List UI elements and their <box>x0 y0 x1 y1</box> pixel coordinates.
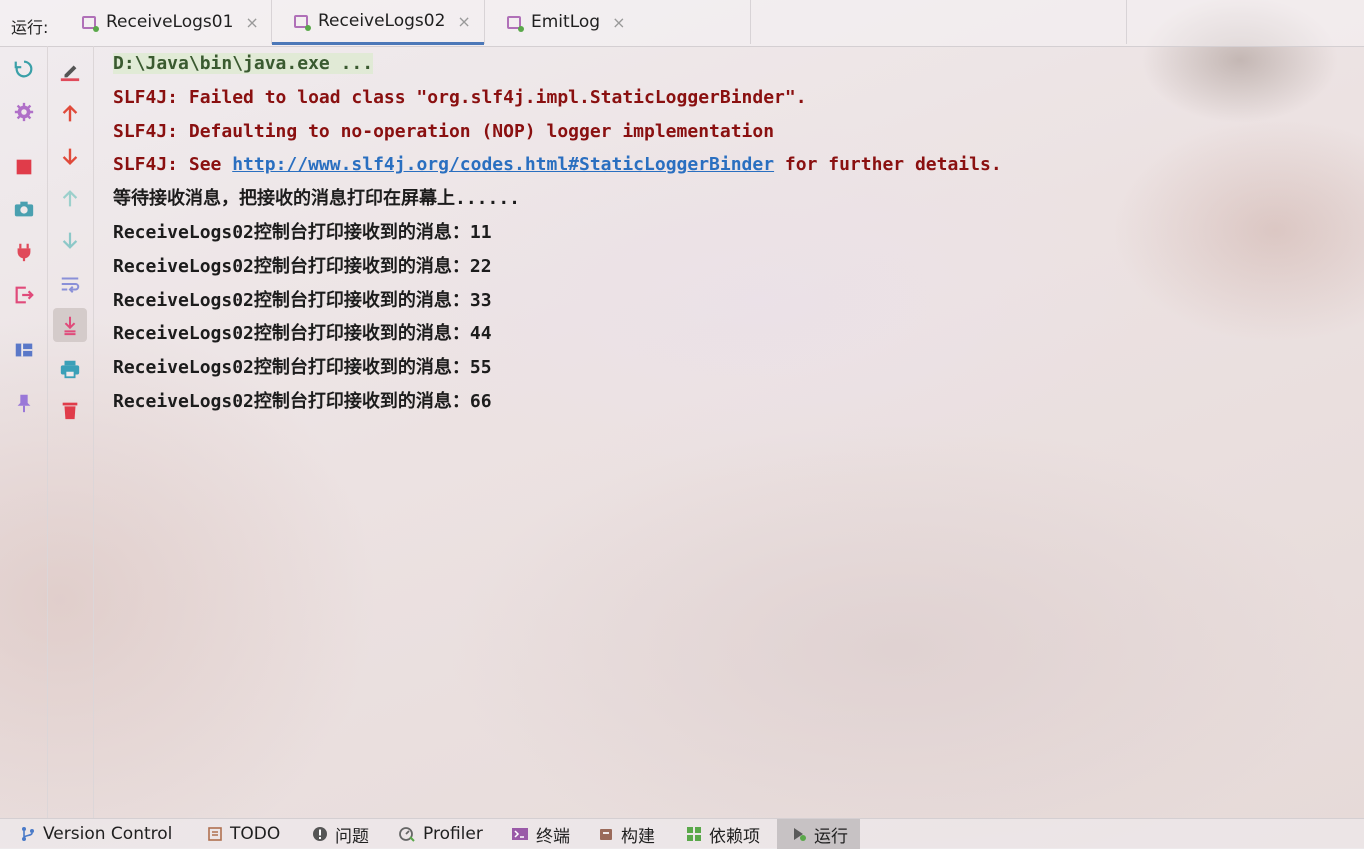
console-line-output: ReceiveLogs02控制台打印接收到的消息：44 <box>113 323 492 345</box>
run-tool-strip <box>0 46 48 818</box>
version-control-icon <box>20 826 36 842</box>
build-icon <box>598 826 614 842</box>
print-icon[interactable] <box>58 357 82 381</box>
up-arrow-icon[interactable] <box>58 102 82 126</box>
todo-icon <box>207 826 223 842</box>
console-output[interactable]: D:\Java\bin\java.exe ... SLF4J: Failed t… <box>113 52 1002 424</box>
console-line-output: ReceiveLogs02控制台打印接收到的消息：11 <box>113 221 492 243</box>
bottom-tab-terminal[interactable]: 终端 <box>511 819 570 849</box>
trash-icon[interactable] <box>58 398 82 422</box>
tab-label: ReceiveLogs02 <box>318 11 446 31</box>
pin-icon[interactable] <box>12 391 36 415</box>
dependencies-icon <box>686 826 702 842</box>
console-line-output: ReceiveLogs02控制台打印接收到的消息：33 <box>113 289 492 311</box>
bottom-tab-label: 运行 <box>814 826 848 847</box>
tab-emitlog[interactable]: EmitLog × <box>507 0 625 44</box>
console-line-output: ReceiveLogs02控制台打印接收到的消息：22 <box>113 255 492 277</box>
run-panel-label: 运行: <box>11 18 49 37</box>
bottom-tab-todo[interactable]: TODO <box>207 819 280 849</box>
tool-window-bar: Version Control TODO 问题 Profiler 终端 构建 依… <box>0 818 1364 849</box>
console-line-command: D:\Java\bin\java.exe ... <box>113 53 374 74</box>
tab-receivelogs01[interactable]: ReceiveLogs01 × <box>82 0 259 44</box>
tab-divider <box>1126 0 1127 44</box>
console-line-output: ReceiveLogs02控制台打印接收到的消息：55 <box>113 357 492 379</box>
rerun-icon[interactable] <box>12 57 36 81</box>
console-line-error: SLF4J: See http://www.slf4j.org/codes.ht… <box>113 154 1002 176</box>
next-occurrence-icon[interactable] <box>58 228 82 252</box>
run-tab-bar: 运行: ReceiveLogs01 × ReceiveLogs02 × Emit… <box>0 0 1364 47</box>
tab-label: EmitLog <box>531 12 601 32</box>
prev-occurrence-icon[interactable] <box>58 187 82 211</box>
bottom-tab-label: 终端 <box>536 826 570 847</box>
bottom-tab-version-control[interactable]: Version Control <box>20 819 172 849</box>
plug-icon[interactable] <box>12 240 36 264</box>
profiler-icon <box>398 826 416 842</box>
scroll-to-end-icon[interactable] <box>53 308 87 342</box>
tab-divider <box>750 0 751 44</box>
down-arrow-icon[interactable] <box>58 144 82 168</box>
problems-icon <box>312 826 328 842</box>
run-icon <box>791 826 807 842</box>
console-line-error: SLF4J: Failed to load class "org.slf4j.i… <box>113 86 807 108</box>
terminal-icon <box>511 826 529 842</box>
settings-icon[interactable] <box>12 100 36 124</box>
bottom-tab-dependencies[interactable]: 依赖项 <box>686 819 760 849</box>
bottom-tab-label: Profiler <box>423 824 483 844</box>
tab-divider <box>484 0 485 44</box>
camera-icon[interactable] <box>12 197 36 221</box>
close-icon[interactable]: × <box>245 13 258 32</box>
bottom-tab-profiler[interactable]: Profiler <box>398 819 483 849</box>
console-line-output: ReceiveLogs02控制台打印接收到的消息：66 <box>113 390 492 412</box>
bottom-tab-label: 问题 <box>335 826 369 847</box>
clear-edit-icon[interactable] <box>58 59 82 83</box>
tab-label: ReceiveLogs01 <box>106 12 234 32</box>
console-line-output: 等待接收消息，把接收的消息打印在屏幕上...... <box>113 188 521 210</box>
bottom-tab-label: TODO <box>230 824 281 844</box>
bottom-tab-run[interactable]: 运行 <box>777 819 860 849</box>
bottom-tab-build[interactable]: 构建 <box>598 819 655 849</box>
bottom-tab-label: 构建 <box>621 826 655 847</box>
bottom-tab-label: Version Control <box>43 824 173 844</box>
close-icon[interactable]: × <box>457 12 470 31</box>
soft-wrap-icon[interactable] <box>58 272 82 296</box>
console-tool-strip <box>47 46 94 818</box>
layout-icon[interactable] <box>12 338 36 362</box>
run-config-icon <box>82 15 99 32</box>
stop-icon[interactable] <box>12 155 36 179</box>
console-line-error: SLF4J: Defaulting to no-operation (NOP) … <box>113 120 775 142</box>
run-config-icon <box>294 14 311 31</box>
close-icon[interactable]: × <box>612 13 625 32</box>
slf4j-link[interactable]: http://www.slf4j.org/codes.html#StaticLo… <box>232 154 774 175</box>
exit-icon[interactable] <box>12 283 36 307</box>
tab-receivelogs02[interactable]: ReceiveLogs02 × <box>272 0 484 45</box>
run-config-icon <box>507 15 524 32</box>
bottom-tab-label: 依赖项 <box>709 826 760 847</box>
bottom-tab-problems[interactable]: 问题 <box>312 819 369 849</box>
